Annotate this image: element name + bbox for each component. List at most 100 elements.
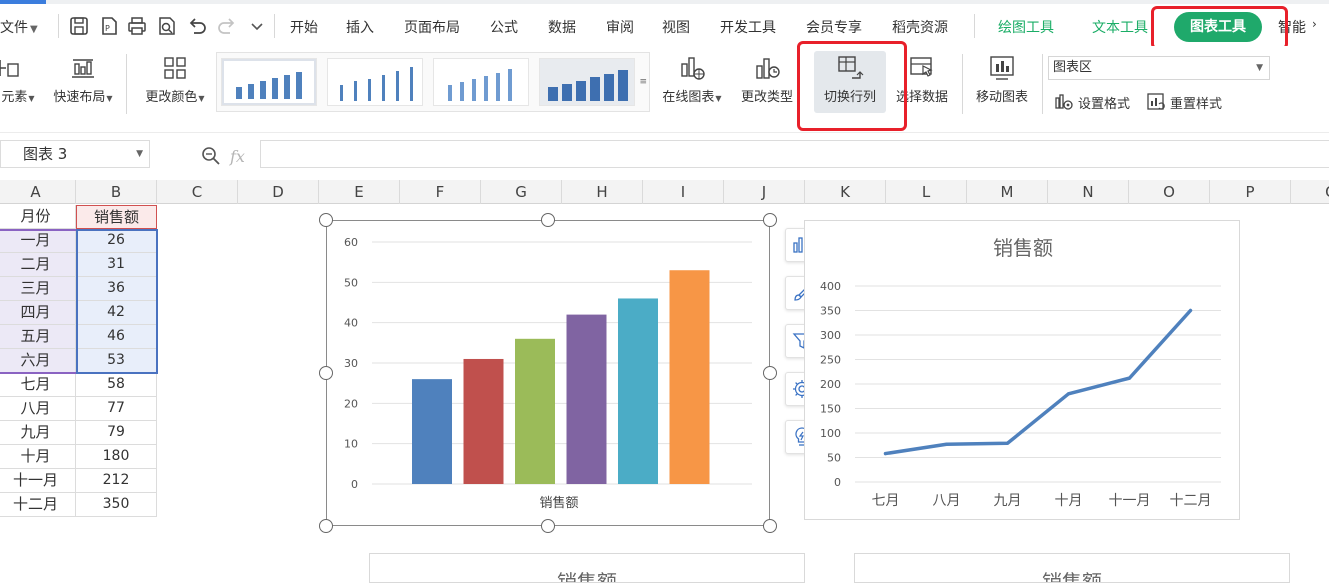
move-chart-button[interactable]: 移动图表 [970,54,1034,105]
cell-sales[interactable]: 42 [76,301,157,325]
cell-month[interactable]: 七月 [0,373,76,397]
change-type-button[interactable]: 更改类型 [736,54,798,105]
column-header-p[interactable]: P [1210,180,1291,204]
cell-sales[interactable]: 31 [76,253,157,277]
resize-handle-top[interactable] [541,213,555,227]
column-header-n[interactable]: N [1048,180,1129,204]
cell-sales[interactable]: 79 [76,421,157,445]
column-header-q[interactable]: Q [1291,180,1329,204]
quick-access-more-icon[interactable] [246,15,268,37]
gallery-expand-icon[interactable]: ≡ [639,77,647,87]
column-header-o[interactable]: O [1129,180,1210,204]
column-header-j[interactable]: J [724,180,805,204]
cell-month[interactable]: 十一月 [0,469,76,493]
fx-icon[interactable]: fx [230,147,245,166]
chevron-right-icon[interactable]: › [1312,17,1317,31]
cell-sales[interactable]: 58 [76,373,157,397]
cell-sales[interactable]: 180 [76,445,157,469]
column-header-g[interactable]: G [481,180,562,204]
cell-month[interactable]: 十月 [0,445,76,469]
chart-partial-1[interactable]: 销售额 [369,553,805,583]
file-menu[interactable]: 文件 ▼ [0,17,38,37]
column-header-d[interactable]: D [238,180,319,204]
zoom-search-icon[interactable] [200,145,222,167]
chart-style-thumbnail-2[interactable] [327,58,423,106]
cell-month[interactable]: 一月 [0,229,76,253]
cell-header-sales[interactable]: 销售额 [76,205,157,229]
chevron-down-icon: ▼ [1256,63,1263,73]
column-header-b[interactable]: B [76,180,157,204]
menu-review[interactable]: 审阅 [606,17,634,37]
print-preview-icon[interactable] [156,15,178,37]
change-color-button[interactable]: 更改颜色▼ [140,54,210,105]
print-icon[interactable] [126,15,148,37]
menu-home[interactable]: 开始 [290,17,318,37]
divider [974,14,975,38]
menu-view[interactable]: 视图 [662,17,690,37]
cell-month[interactable]: 三月 [0,277,76,301]
column-header-e[interactable]: E [319,180,400,204]
cell-sales[interactable]: 350 [76,493,157,517]
menu-insert[interactable]: 插入 [346,17,374,37]
tab-text-tools[interactable]: 文本工具 [1092,17,1148,37]
add-element-button[interactable]: 元素▼ [0,54,38,105]
reset-style-button[interactable]: 重置样式 [1146,92,1222,112]
menu-docer-resources[interactable]: 稻壳资源 [892,17,948,37]
cell-sales[interactable]: 36 [76,277,157,301]
menu-page-layout[interactable]: 页面布局 [404,17,460,37]
save-icon[interactable] [68,15,90,37]
column-header-f[interactable]: F [400,180,481,204]
menu-data[interactable]: 数据 [548,17,576,37]
undo-icon[interactable] [186,15,208,37]
cell-sales[interactable]: 26 [76,229,157,253]
chart-element-select[interactable]: 图表区 ▼ [1048,56,1270,80]
formula-input[interactable] [260,140,1329,168]
column-header-a[interactable]: A [0,180,76,204]
resize-handle-right[interactable] [763,366,777,380]
cell-header-month[interactable]: 月份 [0,205,76,229]
set-format-button[interactable]: 设置格式 [1054,92,1130,112]
bar-chart[interactable]: 0 10 20 30 40 50 60 销售额 [326,220,770,526]
x-tick-label: 十月 [1055,493,1083,509]
cell-month[interactable]: 九月 [0,421,76,445]
cell-month[interactable]: 八月 [0,397,76,421]
reset-style-icon [1147,93,1165,110]
export-pdf-icon[interactable]: P [98,15,120,37]
online-chart-button[interactable]: 在线图表▼ [656,54,728,105]
resize-handle-bottom-right[interactable] [763,519,777,533]
menu-formulas[interactable]: 公式 [490,17,518,37]
column-header-h[interactable]: H [562,180,643,204]
chart-style-thumbnail-3[interactable] [433,58,529,106]
tab-drawing-tools[interactable]: 绘图工具 [998,17,1054,37]
annotation-highlight-chart-tools [1151,6,1288,50]
column-header-c[interactable]: C [157,180,238,204]
name-box[interactable]: 图表 3 ▼ [0,140,150,168]
resize-handle-bottom[interactable] [541,519,555,533]
cell-month[interactable]: 十二月 [0,493,76,517]
cell-month[interactable]: 四月 [0,301,76,325]
column-header-k[interactable]: K [805,180,886,204]
resize-handle-bottom-left[interactable] [319,519,333,533]
line-chart[interactable]: 销售额 0 50 100 150 200 250 300 350 400 七月 八月 九月 十月 十一月 十二… [804,220,1240,520]
column-header-l[interactable]: L [886,180,967,204]
cell-sales[interactable]: 212 [76,469,157,493]
file-menu-label: 文件 [0,20,28,36]
cell-month[interactable]: 六月 [0,349,76,373]
cell-month[interactable]: 二月 [0,253,76,277]
chart-partial-2[interactable]: 销售额 [854,553,1290,583]
column-header-m[interactable]: M [967,180,1048,204]
cell-month[interactable]: 五月 [0,325,76,349]
cell-sales[interactable]: 77 [76,397,157,421]
cell-sales[interactable]: 46 [76,325,157,349]
chart-style-thumbnail-1[interactable] [221,58,317,106]
resize-handle-top-left[interactable] [319,213,333,227]
cell-sales[interactable]: 53 [76,349,157,373]
menu-developer[interactable]: 开发工具 [720,17,776,37]
menu-member[interactable]: 会员专享 [806,17,862,37]
column-header-i[interactable]: I [643,180,724,204]
resize-handle-top-right[interactable] [763,213,777,227]
chart-style-thumbnail-4[interactable] [539,58,635,106]
quick-layout-button[interactable]: 快速布局▼ [48,54,118,105]
resize-handle-left[interactable] [319,366,333,380]
redo-icon[interactable] [216,15,238,37]
